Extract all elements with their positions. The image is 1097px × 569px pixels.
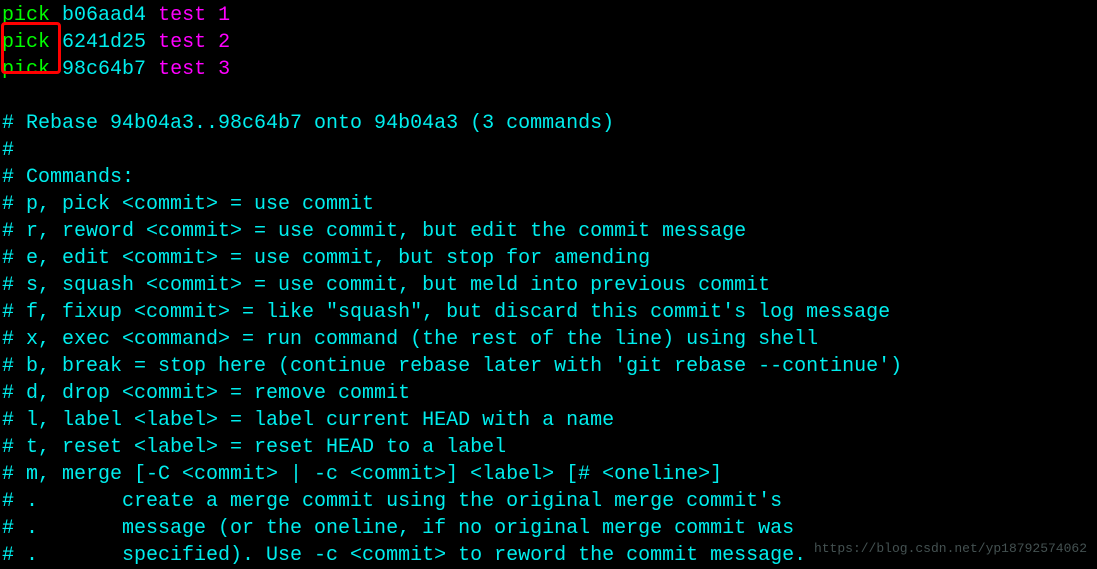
pick-action: pick — [2, 31, 50, 54]
comment-merge: # m, merge [-C <commit> | -c <commit>] <… — [2, 461, 1095, 488]
pick-action: pick — [2, 58, 50, 81]
comment-hash: # — [2, 137, 1095, 164]
comment-fixup: # f, fixup <commit> = like "squash", but… — [2, 299, 1095, 326]
comment-label: # l, label <label> = label current HEAD … — [2, 407, 1095, 434]
commit-line-3[interactable]: pick 98c64b7 test 3 — [2, 56, 1095, 83]
commit-line-2[interactable]: pick 6241d25 test 2 — [2, 29, 1095, 56]
comment-squash: # s, squash <commit> = use commit, but m… — [2, 272, 1095, 299]
commit-message: test 2 — [158, 31, 230, 54]
comment-merge2: # . create a merge commit using the orig… — [2, 488, 1095, 515]
watermark-text: https://blog.csdn.net/yp18792574062 — [814, 540, 1087, 558]
pick-action: pick — [2, 4, 50, 27]
commit-hash: 6241d25 — [62, 31, 146, 54]
terminal-content[interactable]: pick b06aad4 test 1 pick 6241d25 test 2 … — [2, 2, 1095, 569]
comment-reset: # t, reset <label> = reset HEAD to a lab… — [2, 434, 1095, 461]
comment-pick: # p, pick <commit> = use commit — [2, 191, 1095, 218]
commit-hash: b06aad4 — [62, 4, 146, 27]
comment-reword: # r, reword <commit> = use commit, but e… — [2, 218, 1095, 245]
comment-edit: # e, edit <commit> = use commit, but sto… — [2, 245, 1095, 272]
blank-line — [2, 83, 1095, 110]
commit-message: test 1 — [158, 4, 230, 27]
commit-line-1[interactable]: pick b06aad4 test 1 — [2, 2, 1095, 29]
commit-hash: 98c64b7 — [62, 58, 146, 81]
comment-commands-header: # Commands: — [2, 164, 1095, 191]
comment-merge3: # . message (or the oneline, if no origi… — [2, 515, 1095, 542]
comment-rebase-info: # Rebase 94b04a3..98c64b7 onto 94b04a3 (… — [2, 110, 1095, 137]
comment-exec: # x, exec <command> = run command (the r… — [2, 326, 1095, 353]
comment-break: # b, break = stop here (continue rebase … — [2, 353, 1095, 380]
commit-message: test 3 — [158, 58, 230, 81]
comment-drop: # d, drop <commit> = remove commit — [2, 380, 1095, 407]
